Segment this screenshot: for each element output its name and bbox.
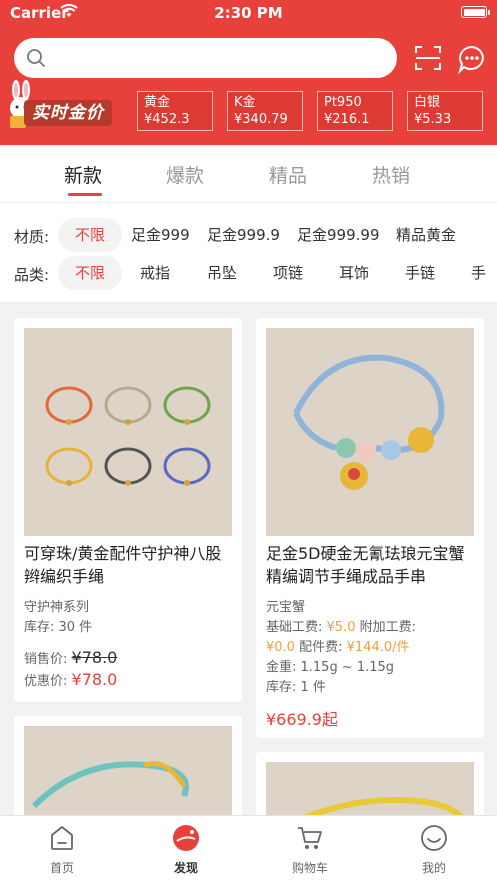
filter-chip-material-9999[interactable]: 足金999.9 [207, 218, 280, 252]
price-name: Pt950 [324, 95, 362, 110]
gold-price-banner[interactable]: 实时金价 [0, 78, 130, 138]
product-card[interactable]: 足金5D硬金无氰珐琅元宝蟹精编调节手绳成品手串 元宝蟹 基础工费: ¥5.0 附… [256, 318, 484, 738]
extra-fee-value: ¥0.0 [266, 640, 295, 655]
nav-discover[interactable]: 发现 [124, 816, 248, 883]
filter-chip-category-necklace[interactable]: 项链 [273, 256, 303, 290]
price-name: K金 [234, 95, 256, 110]
product-series: 元宝蟹 [266, 600, 306, 615]
price-value: ¥452.3 [144, 112, 190, 127]
scan-icon[interactable] [414, 44, 442, 72]
app-header: Carrier 2:30 PM 实时金价 黄金 ¥452.3 K金 ¥340.7… [0, 0, 497, 145]
nav-label: 我的 [421, 861, 446, 875]
cart-icon [298, 827, 322, 849]
base-fee-label: 基础工费: [266, 620, 323, 635]
promo-price-row: 优惠价: ¥78.0 [24, 670, 117, 689]
status-time: 2:30 PM [214, 4, 283, 22]
filter-chip-material-any[interactable]: 不限 [58, 218, 122, 252]
filter-chip-material-99999[interactable]: 足金999.99 [297, 218, 380, 252]
chat-icon[interactable] [457, 44, 487, 74]
product-price: ¥669.9起 [266, 710, 338, 729]
filter-chip-material-999[interactable]: 足金999 [131, 218, 190, 252]
parts-fee-label: 配件费: [299, 640, 343, 655]
search-icon [27, 49, 45, 67]
product-weight: 金重: 1.15g ~ 1.15g [266, 660, 395, 675]
nav-label: 购物车 [291, 861, 328, 875]
tab-new[interactable]: 新款 [64, 161, 102, 188]
filter-chip-category-more[interactable]: 手 [471, 256, 486, 290]
tab-hot[interactable]: 爆款 [166, 161, 204, 188]
filter-chip-category-pendant[interactable]: 吊坠 [207, 256, 237, 290]
product-stock: 库存: 1 件 [266, 680, 326, 695]
sale-price-label: 销售价: [24, 652, 68, 667]
parts-fee-value: ¥144.0/件 [346, 640, 410, 655]
filter-panel: 材质: 不限 足金999 足金999.9 足金999.99 精品黄金 品类: 不… [0, 202, 497, 302]
status-bar: Carrier 2:30 PM [0, 0, 497, 26]
product-title: 可穿珠/黄金配件守护神八股辫编织手绳 [24, 544, 222, 586]
product-image[interactable] [266, 328, 474, 536]
nav-label: 首页 [49, 861, 74, 875]
fee-row-2: ¥0.0 配件费: ¥144.0/件 [266, 636, 410, 655]
price-card-k-gold[interactable]: K金 ¥340.79 [227, 91, 303, 131]
filter-chip-material-premium[interactable]: 精品黄金 [396, 218, 456, 252]
bottom-nav: 首页 发现 购物车 我的 [0, 815, 497, 883]
promo-price-label: 优惠价: [24, 674, 68, 689]
product-image[interactable] [24, 328, 232, 536]
price-name: 黄金 [144, 95, 171, 110]
home-icon [51, 826, 73, 850]
filter-label-material: 材质: [14, 228, 50, 246]
filter-row-category: 品类: 不限 戒指 吊坠 项链 耳饰 手链 手 [0, 256, 497, 292]
extra-fee-label: 附加工费: [359, 620, 417, 635]
filter-chip-category-any[interactable]: 不限 [58, 256, 122, 290]
nav-home[interactable]: 首页 [0, 816, 124, 883]
price-card-silver[interactable]: 白银 ¥5.33 [407, 91, 483, 131]
smiley-icon [421, 825, 447, 851]
filter-chip-category-bracelet[interactable]: 手链 [405, 256, 435, 290]
tab-bestseller[interactable]: 热销 [372, 161, 410, 188]
price-card-gold[interactable]: 黄金 ¥452.3 [137, 91, 213, 131]
price-name: 白银 [414, 95, 441, 110]
active-tab-indicator [68, 193, 102, 196]
price-card-platinum[interactable]: Pt950 ¥216.1 [317, 91, 393, 131]
gold-banner-label: 实时金价 [24, 100, 112, 126]
promo-price-value: ¥78.0 [71, 670, 118, 689]
bracelet-charm-illustration [266, 328, 474, 536]
price-value: ¥5.33 [414, 112, 452, 127]
discover-icon [173, 825, 199, 851]
sale-price-value: ¥78.0 [71, 648, 118, 667]
tab-premium[interactable]: 精品 [269, 161, 307, 188]
filter-label-category: 品类: [14, 266, 50, 284]
base-fee-value: ¥5.0 [326, 620, 356, 635]
nav-cart[interactable]: 购物车 [248, 816, 372, 883]
filter-chip-category-earring[interactable]: 耳饰 [339, 256, 369, 290]
fee-row-1: 基础工费: ¥5.0 附加工费: [266, 616, 416, 635]
nav-profile[interactable]: 我的 [372, 816, 496, 883]
price-value: ¥216.1 [324, 112, 370, 127]
nav-label: 发现 [173, 861, 198, 875]
filter-row-material: 材质: 不限 足金999 足金999.9 足金999.99 精品黄金 [0, 218, 497, 254]
sale-price-row: 销售价: ¥78.0 [24, 648, 117, 667]
search-input[interactable] [14, 38, 397, 78]
product-stock: 库存: 30 件 [24, 620, 93, 635]
battery-icon [461, 6, 487, 18]
battery-tip [488, 10, 490, 15]
product-card[interactable]: 可穿珠/黄金配件守护神八股辫编织手绳 守护神系列 库存: 30 件 销售价: ¥… [14, 318, 242, 702]
product-title: 足金5D硬金无氰珐琅元宝蟹精编调节手绳成品手串 [266, 544, 465, 586]
bracelets-illustration [24, 328, 232, 536]
price-value: ¥340.79 [234, 112, 288, 127]
product-series: 守护神系列 [24, 600, 90, 615]
filter-chip-category-ring[interactable]: 戒指 [140, 256, 170, 290]
